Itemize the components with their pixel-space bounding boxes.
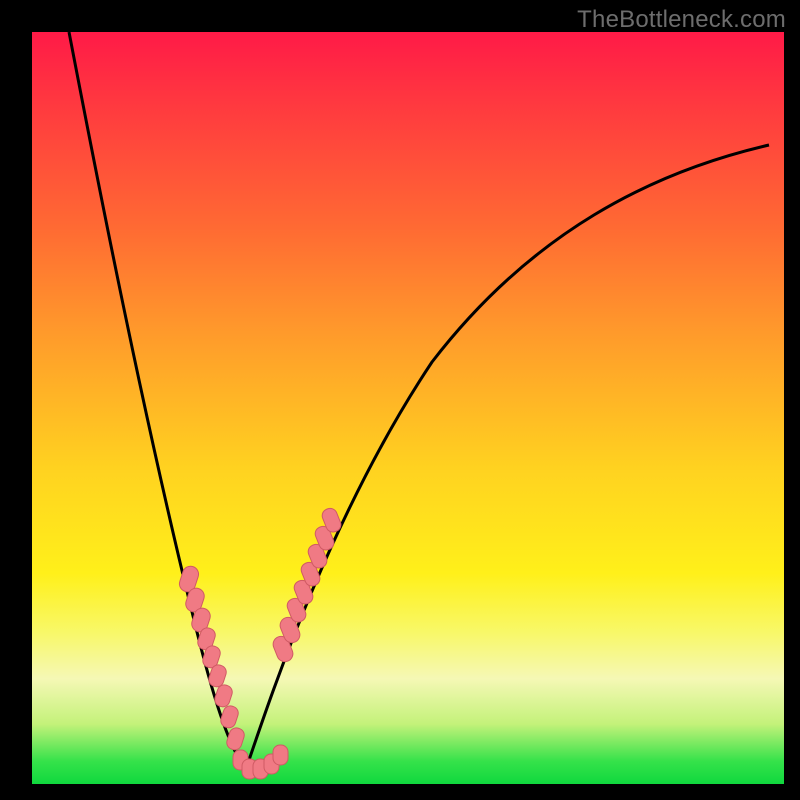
chart-svg (32, 32, 784, 784)
chart-container: TheBottleneck.com (0, 0, 800, 800)
bottom-markers (233, 745, 288, 779)
left-curve (69, 32, 246, 769)
right-curve (246, 145, 769, 769)
right-markers (271, 506, 343, 664)
plot-area (32, 32, 784, 784)
watermark-text: TheBottleneck.com (577, 6, 786, 34)
